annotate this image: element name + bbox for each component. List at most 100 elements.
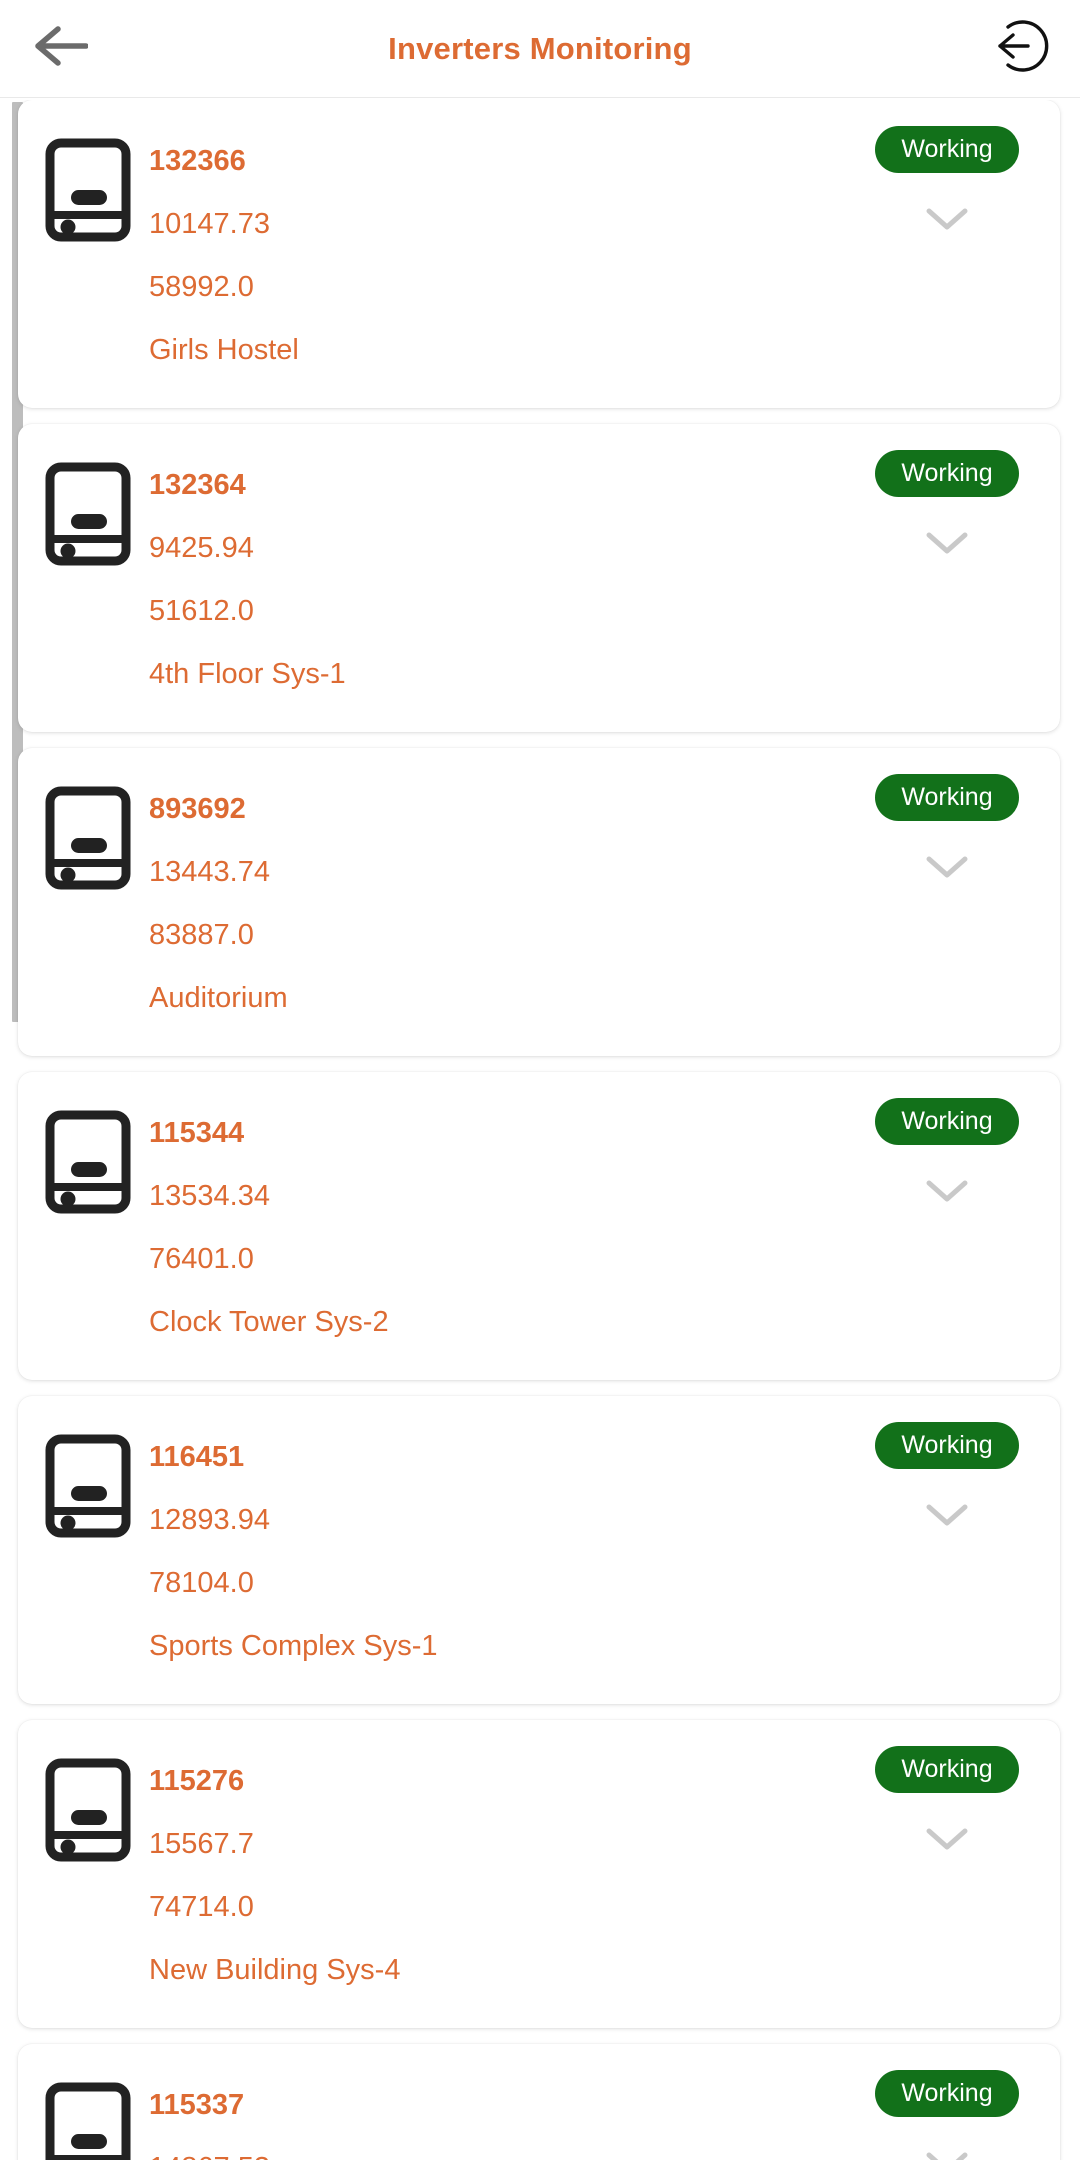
description-row: Auditorium <box>149 967 852 1030</box>
scrollbar-track[interactable] <box>6 100 23 2160</box>
chevron-down-icon <box>924 208 970 238</box>
inverter-card-132364[interactable]: 132364 9425.94 51612.0 4th Floor Sys-1 W… <box>18 424 1060 732</box>
power-value: 14867.53 <box>149 2152 270 2160</box>
inverter-details: 115344 13534.34 76401.0 Clock Tower Sys-… <box>135 1098 852 1354</box>
inverter-list[interactable]: 132366 10147.73 58992.0 Girls Hostel Wor… <box>0 100 1080 2160</box>
status-badge[interactable]: Working <box>875 1422 1019 1469</box>
serial-value: 893692 <box>149 793 246 825</box>
inverter-device-icon <box>45 1434 131 1543</box>
power-value: 9425.94 <box>149 532 254 564</box>
expand-card-button[interactable] <box>924 2148 970 2160</box>
lifetime-row: 83887.0 <box>149 904 852 967</box>
device-icon-wrap <box>40 450 135 571</box>
inverter-device-icon <box>45 2082 131 2160</box>
status-badge[interactable]: Working <box>875 2070 1019 2117</box>
description-value: 4th Floor Sys-1 <box>149 658 346 690</box>
description-row: Clock Tower Sys-2 <box>149 1291 852 1354</box>
device-icon-wrap <box>40 126 135 247</box>
lifetime-value: 51612.0 <box>149 595 254 627</box>
power-row: 12893.94 <box>149 1489 852 1552</box>
expand-card-button[interactable] <box>924 852 970 882</box>
power-value: 12893.94 <box>149 1504 270 1536</box>
inverter-card-115344[interactable]: 115344 13534.34 76401.0 Clock Tower Sys-… <box>18 1072 1060 1380</box>
device-icon-wrap <box>40 1746 135 1867</box>
logout-icon <box>990 15 1052 82</box>
inverter-details: 116451 12893.94 78104.0 Sports Complex S… <box>135 1422 852 1678</box>
card-container: 132366 10147.73 58992.0 Girls Hostel Wor… <box>18 100 1080 2160</box>
status-badge[interactable]: Working <box>875 1746 1019 1793</box>
inverter-details: 115276 15567.7 74714.0 New Building Sys-… <box>135 1746 852 2002</box>
chevron-down-icon <box>924 532 970 562</box>
inverter-card-115276[interactable]: 115276 15567.7 74714.0 New Building Sys-… <box>18 1720 1060 2028</box>
inverter-card-893692[interactable]: 893692 13443.74 83887.0 Auditorium Worki… <box>18 748 1060 1056</box>
expand-card-button[interactable] <box>924 204 970 234</box>
app-root: Inverters Monitoring 132366 10147.73 589… <box>0 0 1080 2160</box>
lifetime-value: 74714.0 <box>149 1891 254 1923</box>
serial-value: 115276 <box>149 1765 245 1797</box>
serial-value: 115337 <box>149 2089 245 2121</box>
inverter-details: 115337 14867.53 76320.0 New Building Sys… <box>135 2070 852 2160</box>
serial-row: 132364 <box>149 454 852 517</box>
device-icon-wrap <box>40 774 135 895</box>
inverter-card-132366[interactable]: 132366 10147.73 58992.0 Girls Hostel Wor… <box>18 100 1060 408</box>
back-button[interactable] <box>28 16 94 82</box>
description-value: Girls Hostel <box>149 334 299 366</box>
chevron-down-icon <box>924 1180 970 1210</box>
status-badge[interactable]: Working <box>875 126 1019 173</box>
lifetime-value: 78104.0 <box>149 1567 254 1599</box>
lifetime-value: 58992.0 <box>149 271 254 303</box>
inverter-device-icon <box>45 138 131 247</box>
power-value: 10147.73 <box>149 208 270 240</box>
description-row: Girls Hostel <box>149 319 852 382</box>
serial-value: 116451 <box>149 1441 245 1473</box>
serial-row: 115276 <box>149 1750 852 1813</box>
card-actions: Working <box>852 774 1042 1030</box>
power-value: 13443.74 <box>149 856 270 888</box>
inverter-card-115337[interactable]: 115337 14867.53 76320.0 New Building Sys… <box>18 2044 1060 2160</box>
power-row: 10147.73 <box>149 193 852 256</box>
lifetime-row: 74714.0 <box>149 1876 852 1939</box>
chevron-down-icon <box>924 1504 970 1534</box>
serial-value: 115344 <box>149 1117 245 1149</box>
description-row: 4th Floor Sys-1 <box>149 643 852 706</box>
serial-row: 893692 <box>149 778 852 841</box>
serial-value: 132366 <box>149 145 246 177</box>
lifetime-row: 51612.0 <box>149 580 852 643</box>
serial-row: 132366 <box>149 130 852 193</box>
inverter-device-icon <box>45 1110 131 1219</box>
serial-row: 116451 <box>149 1426 852 1489</box>
status-badge[interactable]: Working <box>875 450 1019 497</box>
power-row: 9425.94 <box>149 517 852 580</box>
inverter-device-icon <box>45 462 131 571</box>
status-badge[interactable]: Working <box>875 1098 1019 1145</box>
description-row: Sports Complex Sys-1 <box>149 1615 852 1678</box>
description-value: Sports Complex Sys-1 <box>149 1630 438 1662</box>
logout-button[interactable] <box>990 18 1052 80</box>
expand-card-button[interactable] <box>924 528 970 558</box>
card-actions: Working <box>852 1746 1042 2002</box>
page-title: Inverters Monitoring <box>388 30 692 66</box>
power-row: 13443.74 <box>149 841 852 904</box>
power-row: 15567.7 <box>149 1813 852 1876</box>
app-bar: Inverters Monitoring <box>0 0 1080 98</box>
inverter-card-116451[interactable]: 116451 12893.94 78104.0 Sports Complex S… <box>18 1396 1060 1704</box>
expand-card-button[interactable] <box>924 1824 970 1854</box>
inverter-device-icon <box>45 1758 131 1867</box>
lifetime-value: 83887.0 <box>149 919 254 951</box>
serial-row: 115344 <box>149 1102 852 1165</box>
lifetime-row: 78104.0 <box>149 1552 852 1615</box>
card-actions: Working <box>852 1098 1042 1354</box>
chevron-down-icon <box>924 1828 970 1858</box>
device-icon-wrap <box>40 2070 135 2160</box>
expand-card-button[interactable] <box>924 1500 970 1530</box>
description-row: New Building Sys-4 <box>149 1939 852 2002</box>
device-icon-wrap <box>40 1422 135 1543</box>
status-badge[interactable]: Working <box>875 774 1019 821</box>
inverter-details: 893692 13443.74 83887.0 Auditorium <box>135 774 852 1030</box>
expand-card-button[interactable] <box>924 1176 970 1206</box>
lifetime-row: 76401.0 <box>149 1228 852 1291</box>
serial-value: 132364 <box>149 469 246 501</box>
chevron-down-icon <box>924 856 970 886</box>
card-actions: Working <box>852 126 1042 382</box>
power-row: 13534.34 <box>149 1165 852 1228</box>
